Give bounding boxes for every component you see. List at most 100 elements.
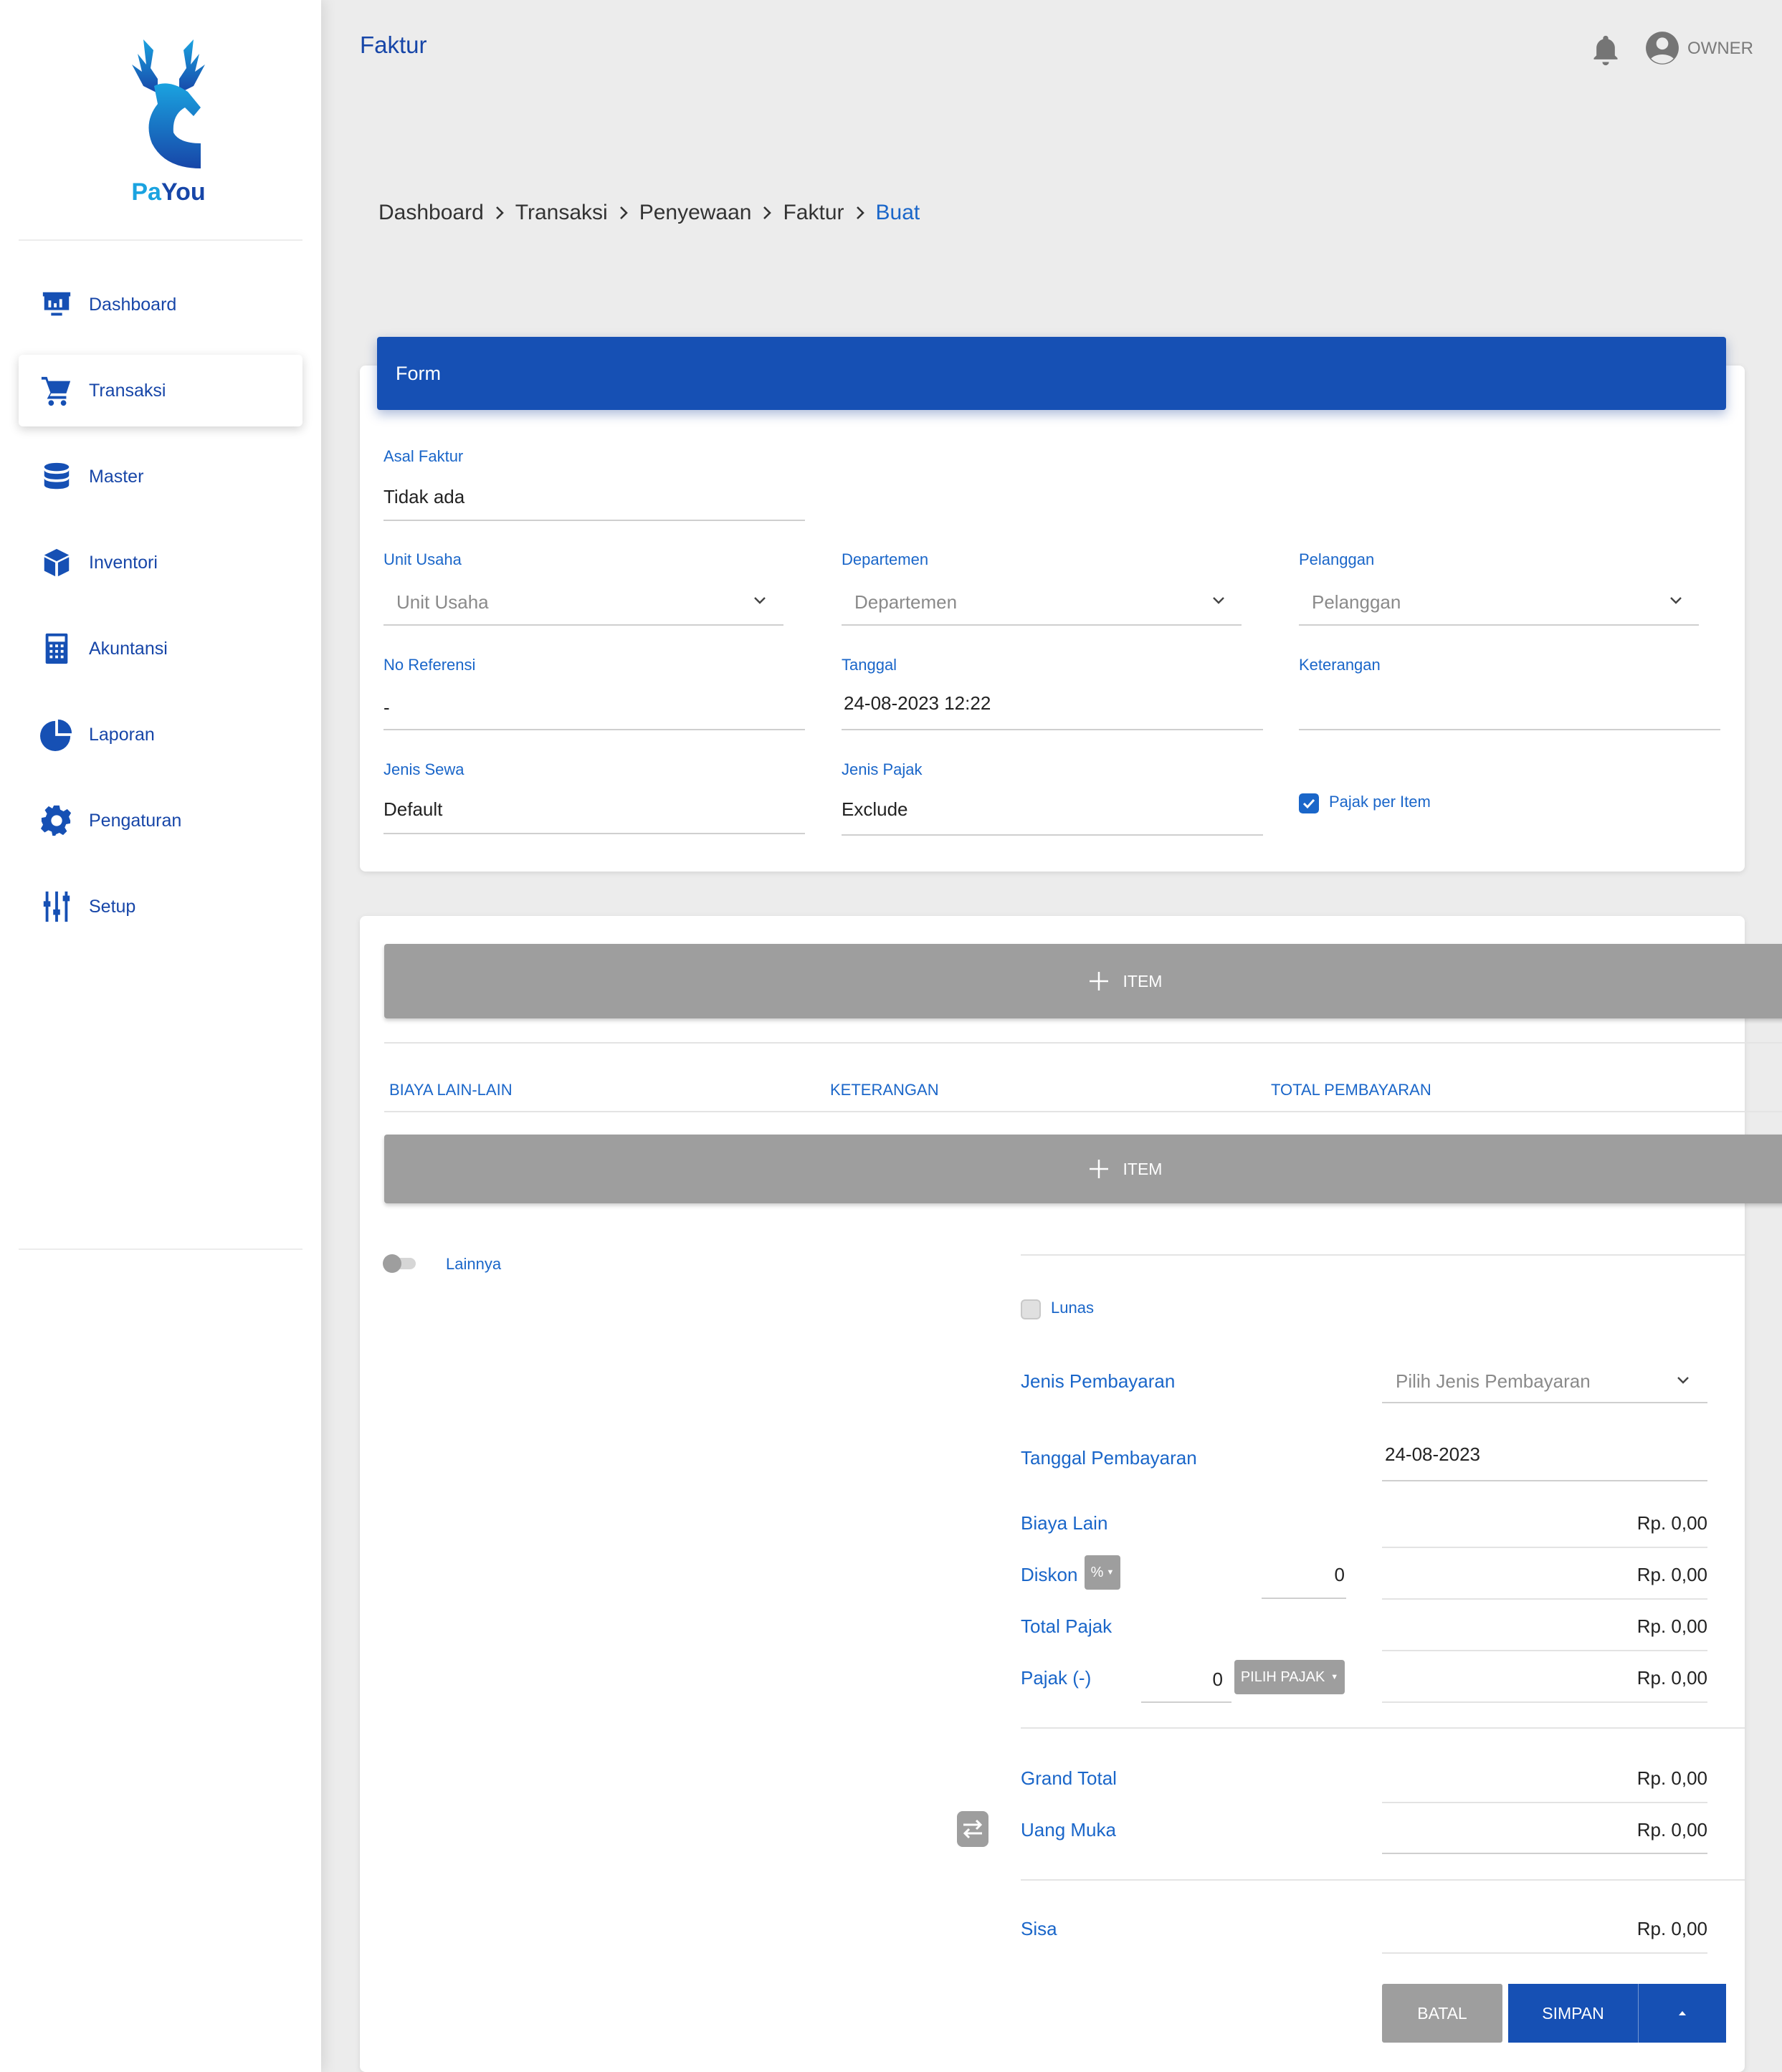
add-other-cost-button[interactable]: ITEM: [384, 1135, 1782, 1203]
plus-icon: [1089, 972, 1108, 990]
sidebar-item-label: Dashboard: [89, 294, 177, 315]
sidebar-item-setup[interactable]: Setup: [19, 871, 302, 942]
tanggal-underline: [842, 729, 1263, 730]
brand-name-pa: Pa: [131, 178, 161, 206]
no-referensi-underline: [383, 729, 805, 730]
sidebar-item-transaksi[interactable]: Transaksi: [19, 355, 302, 426]
departemen-select[interactable]: Departemen: [854, 591, 957, 614]
uang-muka-label: Uang Muka: [1021, 1819, 1116, 1841]
jenis-pembayaran-label: Jenis Pembayaran: [1021, 1370, 1176, 1392]
sidebar-item-akuntansi[interactable]: Akuntansi: [19, 613, 302, 684]
pilih-pajak-label: PILIH PAJAK: [1240, 1668, 1325, 1685]
form-header: Form: [377, 337, 1726, 410]
no-referensi-label: No Referensi: [383, 656, 476, 674]
pajak-input[interactable]: 0: [1161, 1668, 1223, 1691]
breadcrumb: Dashboard Transaksi Penyewaan Faktur Bua…: [378, 201, 920, 225]
batal-button[interactable]: BATAL: [1382, 1984, 1502, 2043]
pelanggan-select[interactable]: Pelanggan: [1312, 591, 1401, 614]
form-card: [360, 366, 1745, 872]
gear-icon: [39, 803, 75, 839]
jenis-sewa-select[interactable]: Default: [383, 798, 442, 821]
tanggal-input[interactable]: 24-08-2023 12:22: [844, 692, 991, 715]
chevron-down-icon[interactable]: [1667, 592, 1685, 609]
breadcrumb-item-faktur[interactable]: Faktur: [783, 201, 844, 225]
breadcrumb-item-transaksi[interactable]: Transaksi: [515, 201, 608, 225]
grand-total-label: Grand Total: [1021, 1767, 1117, 1789]
asal-faktur-value[interactable]: Tidak ada: [383, 486, 464, 508]
pilih-pajak-button[interactable]: PILIH PAJAK ▼: [1234, 1660, 1345, 1694]
lainnya-toggle[interactable]: [381, 1252, 419, 1274]
chevron-down-icon[interactable]: [1210, 592, 1227, 609]
sidebar: PaYou Dashboard Transaksi Master Invento…: [0, 0, 321, 2072]
total-pajak-underline: [1382, 1650, 1707, 1651]
sidebar-item-master[interactable]: Master: [19, 441, 302, 512]
sidebar-item-pengaturan[interactable]: Pengaturan: [19, 785, 302, 856]
biaya-lain-underline: [1382, 1547, 1707, 1548]
breadcrumb-item-dashboard[interactable]: Dashboard: [378, 201, 484, 225]
breadcrumb-item-penyewaan[interactable]: Penyewaan: [639, 201, 752, 225]
add-item-button[interactable]: ITEM: [384, 944, 1782, 1018]
tanggal-pembayaran-label: Tanggal Pembayaran: [1021, 1447, 1197, 1469]
brand-name-you: You: [161, 178, 206, 206]
divider: [1021, 1879, 1745, 1881]
simpan-button[interactable]: SIMPAN: [1508, 1984, 1639, 2043]
sisa-underline: [1382, 1952, 1707, 1954]
uang-muka-amount[interactable]: Rp. 0,00: [1492, 1819, 1707, 1841]
user-avatar-icon[interactable]: [1644, 30, 1680, 66]
pelanggan-label: Pelanggan: [1299, 550, 1375, 568]
asal-faktur-underline: [383, 520, 805, 521]
jenis-pembayaran-underline: [1382, 1402, 1707, 1403]
departemen-underline: [842, 624, 1242, 626]
chevron-right-icon: [619, 206, 628, 219]
dashboard-icon: [39, 287, 75, 323]
grand-total-underline: [1382, 1802, 1707, 1803]
sidebar-item-laporan[interactable]: Laporan: [19, 699, 302, 770]
lunas-checkbox[interactable]: [1021, 1299, 1041, 1319]
bell-icon[interactable]: [1590, 33, 1621, 67]
no-referensi-input[interactable]: -: [383, 697, 390, 719]
pajak-per-item-checkbox[interactable]: [1299, 793, 1319, 813]
jenis-pajak-select[interactable]: Exclude: [842, 798, 908, 821]
lainnya-label[interactable]: Lainnya: [446, 1255, 501, 1274]
grand-total-amount: Rp. 0,00: [1636, 1767, 1707, 1789]
sidebar-divider: [19, 1249, 302, 1250]
caret-down-icon: ▼: [1106, 1568, 1115, 1577]
unit-usaha-underline: [383, 624, 783, 626]
chevron-right-icon: [495, 206, 504, 219]
pajak-per-item-label[interactable]: Pajak per Item: [1329, 793, 1431, 811]
sliders-icon: [39, 889, 75, 925]
diskon-underline: [1382, 1598, 1707, 1600]
lunas-label[interactable]: Lunas: [1051, 1299, 1094, 1317]
diskon-input[interactable]: 0: [1254, 1564, 1345, 1586]
jenis-pajak-underline: [842, 834, 1263, 836]
calculator-icon: [39, 631, 75, 667]
sidebar-divider: [19, 239, 302, 241]
jenis-pajak-label: Jenis Pajak: [842, 760, 923, 778]
tanggal-label: Tanggal: [842, 656, 897, 674]
add-other-cost-label: ITEM: [1123, 1159, 1163, 1178]
jenis-pembayaran-select[interactable]: Pilih Jenis Pembayaran: [1396, 1370, 1591, 1393]
tanggal-pembayaran-input[interactable]: 24-08-2023: [1385, 1443, 1480, 1466]
sidebar-item-dashboard[interactable]: Dashboard: [19, 269, 302, 340]
uang-muka-underline: [1382, 1853, 1707, 1854]
tanggal-pembayaran-underline: [1382, 1480, 1707, 1481]
simpan-options-button[interactable]: [1639, 1984, 1726, 2043]
chevron-down-icon[interactable]: [751, 592, 768, 609]
diskon-type-dropdown[interactable]: % ▼: [1085, 1555, 1120, 1590]
caret-down-icon: ▼: [1330, 1673, 1339, 1681]
brand-logo[interactable]: PaYou: [115, 36, 222, 208]
swap-icon[interactable]: [956, 1810, 989, 1848]
page-title: Faktur: [360, 32, 427, 58]
chevron-right-icon: [763, 206, 772, 219]
diskon-type-label: %: [1090, 1564, 1104, 1580]
divider: [1021, 1727, 1745, 1729]
sidebar-item-inventori[interactable]: Inventori: [19, 527, 302, 598]
unit-usaha-select[interactable]: Unit Usaha: [396, 591, 489, 614]
chevron-down-icon[interactable]: [1674, 1372, 1692, 1389]
column-header-keterangan: KETERANGAN: [830, 1081, 939, 1099]
pajak-input-underline: [1141, 1701, 1231, 1703]
biaya-lain-amount: Rp. 0,00: [1636, 1512, 1707, 1534]
user-role-label[interactable]: OWNER: [1687, 39, 1753, 59]
deer-logo-icon: [132, 39, 205, 168]
divider: [384, 1111, 1782, 1112]
